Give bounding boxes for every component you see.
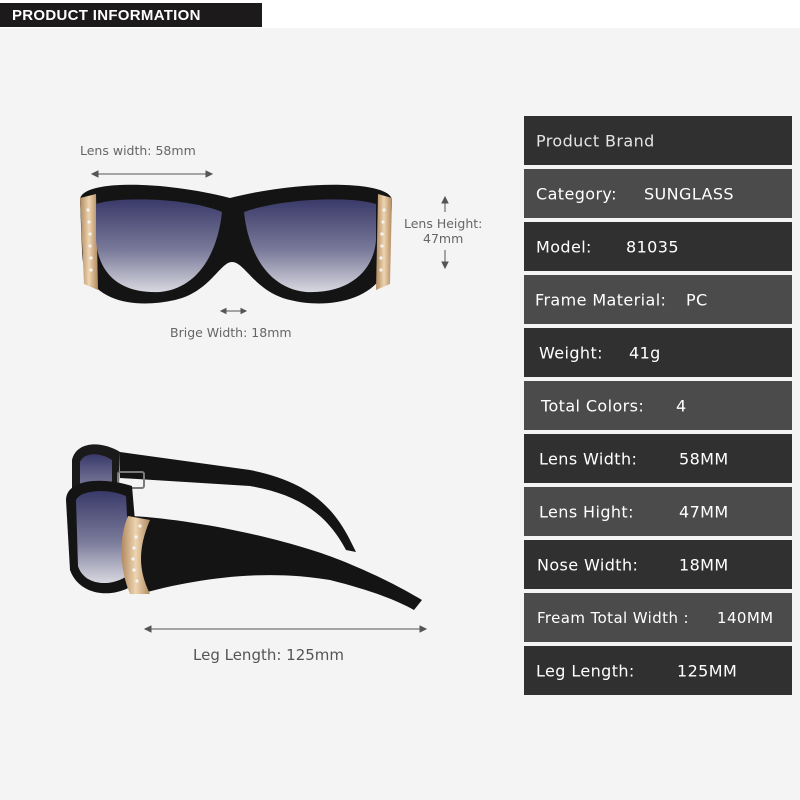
spec-label: Weight: — [539, 343, 603, 362]
spec-label: Leg Length: — [536, 661, 635, 680]
spec-value: 58MM — [679, 449, 729, 468]
leg-length-label: Leg Length: 125mm — [193, 646, 345, 664]
spec-label: Product Brand — [536, 131, 655, 150]
leg-length-arrow — [143, 625, 428, 633]
spec-row-brand: Product Brand — [524, 116, 792, 165]
spec-row-total-width: Fream Total Width : 140MM — [524, 593, 792, 642]
spec-label: Frame Material: — [535, 290, 667, 309]
spec-label: Nose Width: — [537, 555, 639, 574]
spec-value: 140MM — [717, 608, 774, 627]
spec-value: 125MM — [677, 661, 738, 680]
spec-label: Total Colors: — [541, 396, 645, 415]
lens-height-label: Lens Height: — [404, 216, 483, 231]
spec-row-category: Category: SUNGLASS — [524, 169, 792, 218]
spec-row-lens-height: Lens Hight: 47MM — [524, 487, 792, 536]
spec-row-lens-width: Lens Width: 58MM — [524, 434, 792, 483]
lens-width-label: Lens width: 58mm — [80, 143, 196, 158]
spec-label: Lens Hight: — [539, 502, 634, 521]
front-temple — [132, 516, 422, 610]
spec-label: Lens Width: — [539, 449, 638, 468]
spec-label: Category: — [536, 184, 617, 203]
spec-value: 81035 — [626, 237, 679, 256]
right-gold-panel — [376, 194, 392, 290]
spec-value: PC — [686, 290, 708, 309]
spec-row-weight: Weight: 41g — [524, 328, 792, 377]
spec-row-leg-length: Leg Length: 125MM — [524, 646, 792, 695]
spec-value: 47MM — [679, 502, 729, 521]
front-view-sunglasses — [80, 184, 392, 304]
bridge-width-label: Brige Width: 18mm — [170, 325, 292, 340]
spec-row-nose-width: Nose Width: 18MM — [524, 540, 792, 589]
spec-label: Model: — [536, 237, 592, 256]
bridge-width-arrow — [219, 307, 248, 315]
spec-value: SUNGLASS — [644, 184, 734, 203]
spec-value: 18MM — [679, 555, 729, 574]
spec-table: Product Brand Category: SUNGLASS Model: … — [524, 116, 792, 695]
spec-row-frame-material: Frame Material: PC — [524, 275, 792, 324]
spec-row-total-colors: Total Colors: 4 — [524, 381, 792, 430]
side-view-sunglasses — [66, 444, 422, 610]
spec-row-model: Model: 81035 — [524, 222, 792, 271]
lens-width-arrow — [90, 170, 214, 178]
spec-value: 4 — [676, 396, 687, 415]
front-side-lens — [76, 491, 130, 584]
left-gold-panel — [80, 194, 98, 290]
spec-value: 41g — [629, 343, 661, 362]
spec-label: Fream Total Width : — [537, 608, 689, 627]
lens-height-value: 47mm — [423, 231, 464, 246]
